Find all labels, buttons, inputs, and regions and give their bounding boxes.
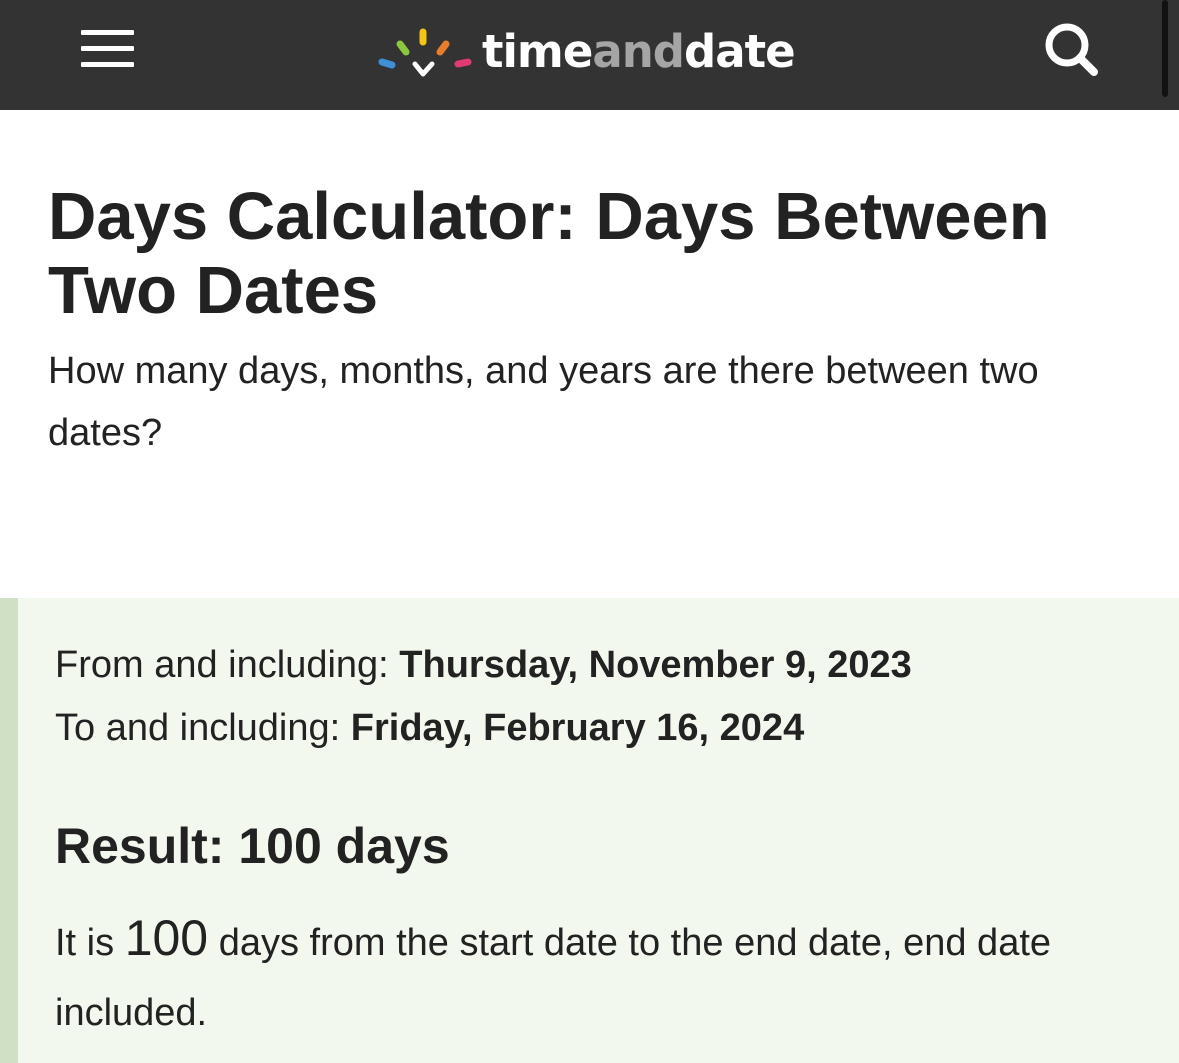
timeanddate-logo-icon (378, 28, 472, 77)
to-date-value: Friday, February 16, 2024 (350, 707, 805, 749)
from-date-label: From and including: (55, 644, 389, 686)
from-date-line: From and including: Thursday, November 9… (55, 640, 912, 690)
page-subtitle: How many days, months, and years are the… (48, 350, 1039, 454)
menu-button[interactable] (78, 28, 138, 70)
to-date-line: To and including: Friday, February 16, 2… (55, 703, 804, 753)
scrollbar[interactable] (1162, 0, 1168, 97)
logo-wordmark: timeanddate (482, 22, 796, 82)
result-heading: Result: 100 days (55, 818, 450, 874)
to-date-label: To and including: (55, 707, 341, 749)
result-day-count: 100 (124, 910, 209, 966)
logo-part-and: and (592, 25, 685, 78)
from-date-value: Thursday, November 9, 2023 (399, 644, 912, 686)
result-accent-bar (0, 598, 18, 1063)
page-title: Days Calculator: Days Between Two Dates (48, 179, 1050, 328)
result-desc-prefix: It is (55, 922, 115, 964)
result-panel: From and including: Thursday, November 9… (0, 598, 1179, 1063)
top-navigation-bar: timeanddate (0, 0, 1179, 110)
result-description: It is 100 days from the start date to th… (55, 903, 1135, 1048)
timeanddate-logo[interactable]: timeanddate (378, 22, 796, 82)
logo-part-time: time (482, 25, 593, 78)
search-button[interactable] (1038, 20, 1104, 80)
search-icon (1045, 23, 1098, 76)
logo-part-date: date (683, 25, 796, 78)
